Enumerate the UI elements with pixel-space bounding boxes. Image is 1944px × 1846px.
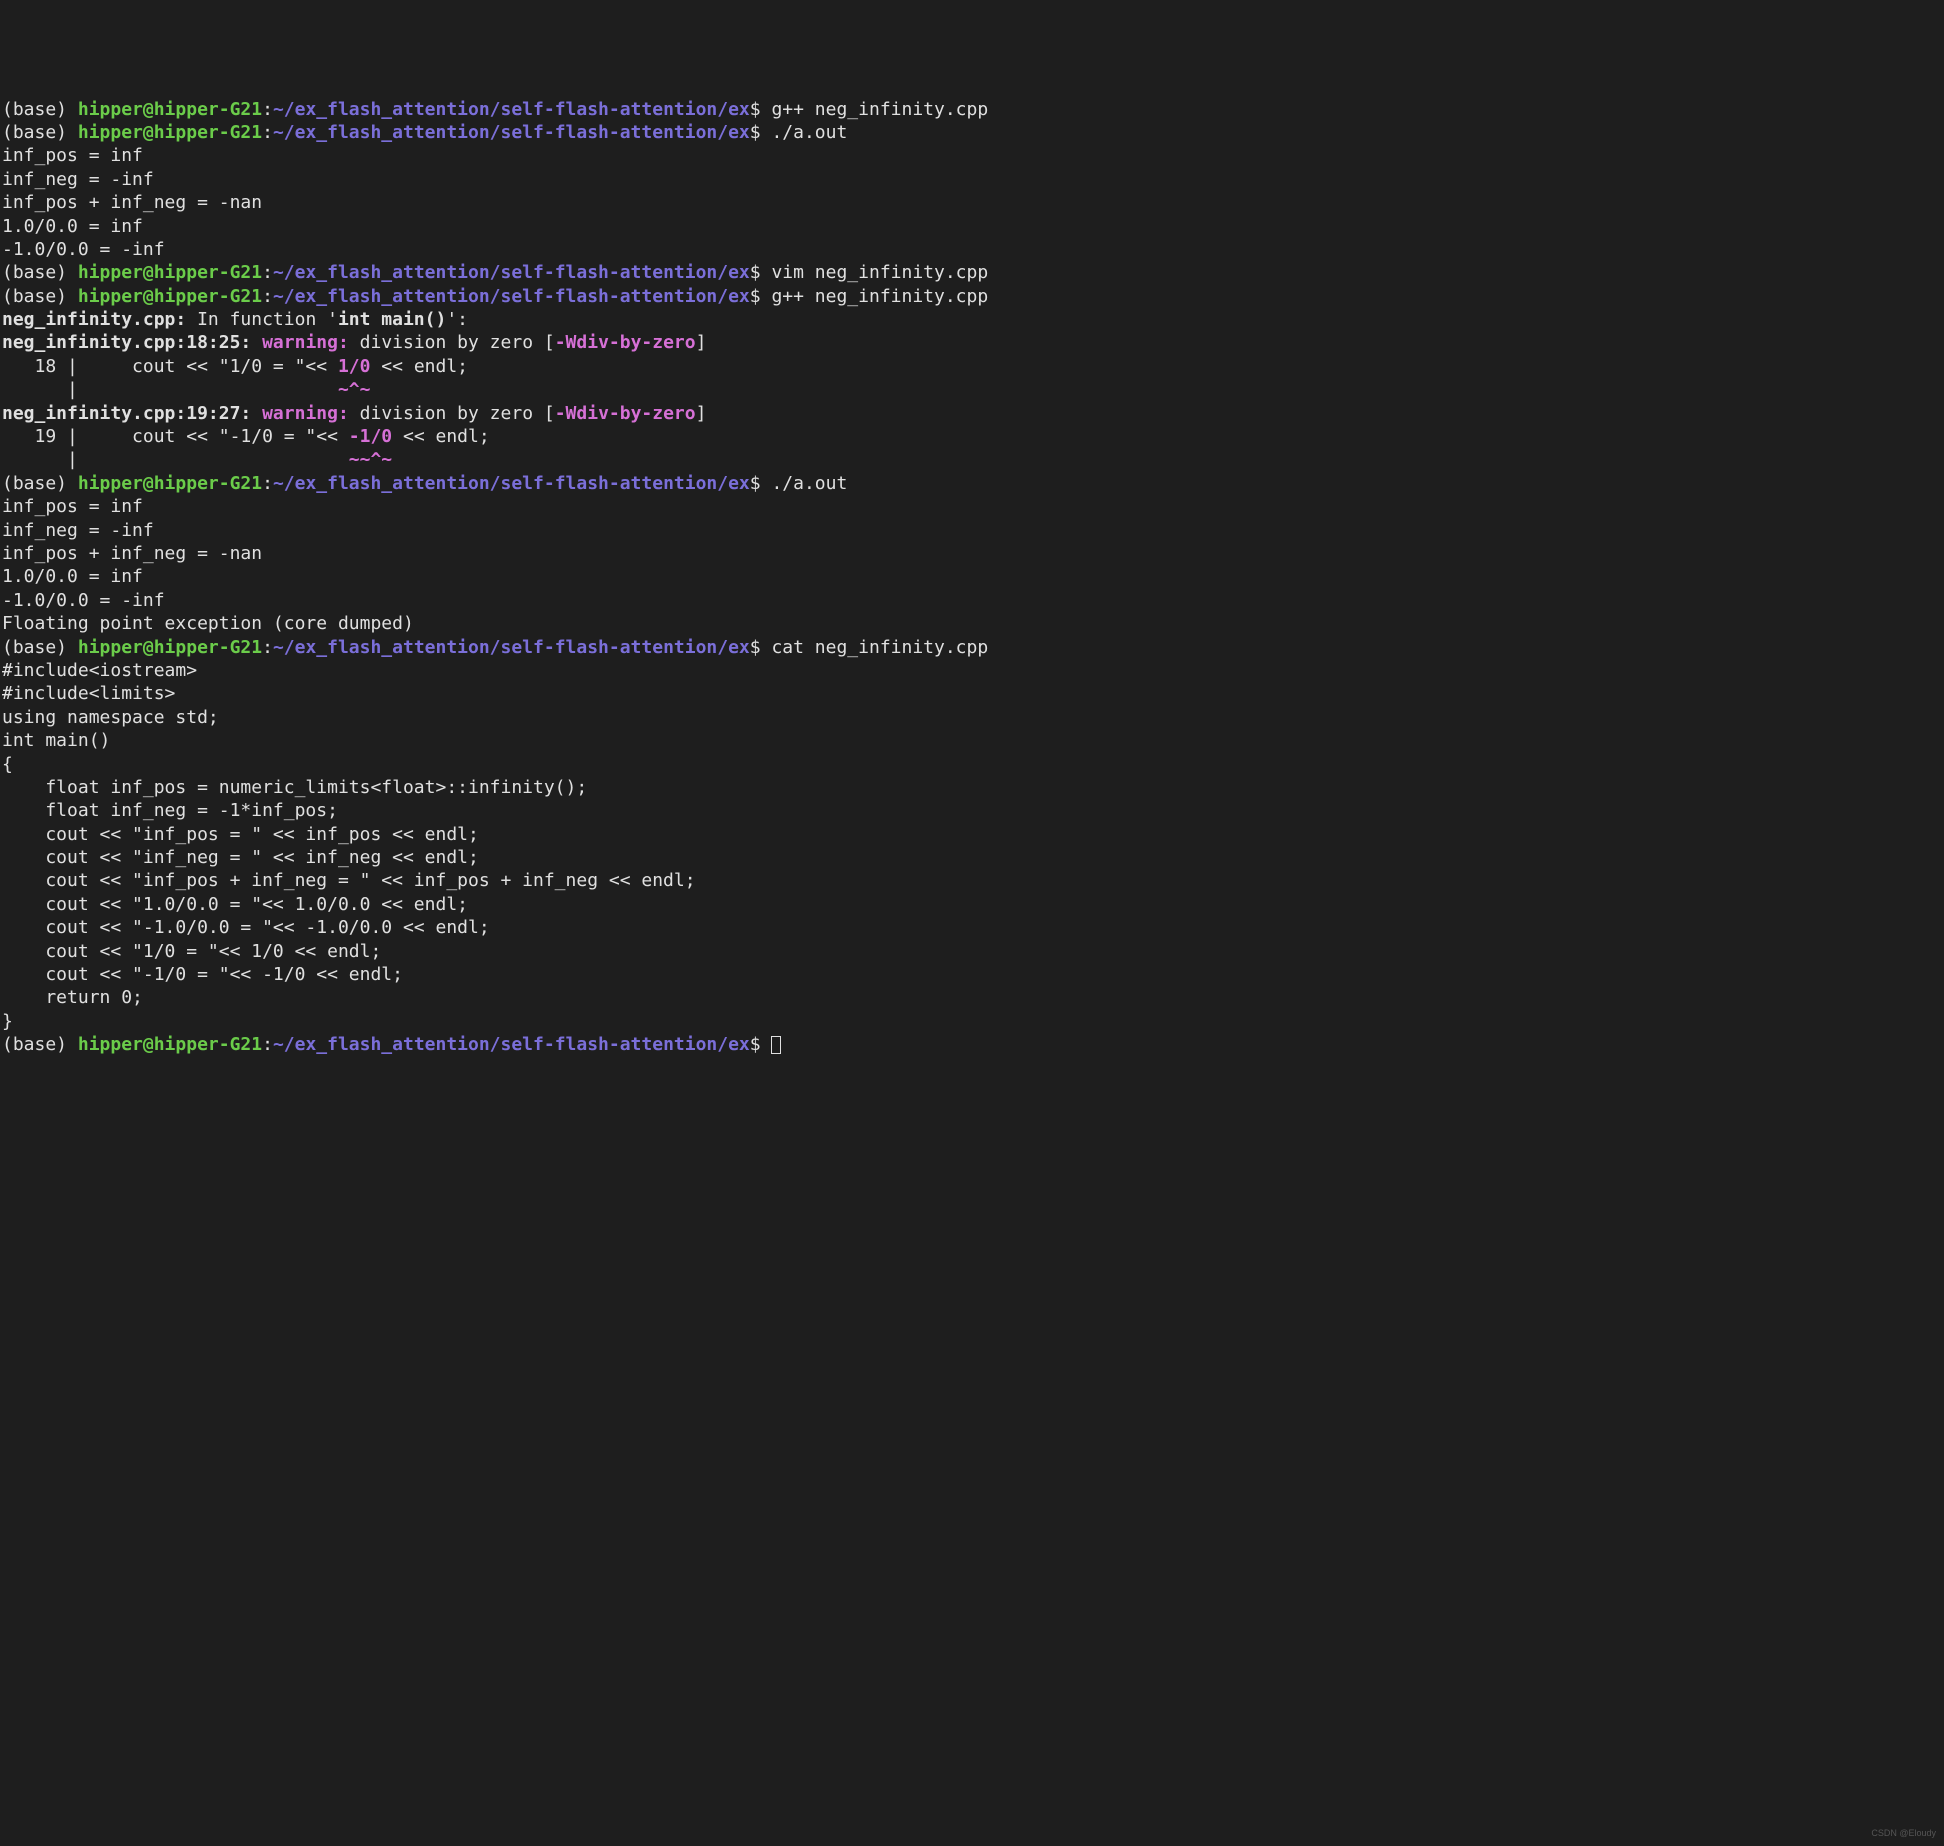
source-line: cout << "inf_pos + inf_neg = " << inf_po… [2, 869, 1942, 892]
prompt-line: (base) hipper@hipper-G21:~/ex_flash_atte… [2, 261, 1942, 284]
source-line: cout << "-1/0 = "<< -1/0 << endl; [2, 963, 1942, 986]
compiler-source-line: 19 | cout << "-1/0 = "<< -1/0 << endl; [2, 425, 1942, 448]
output-line: -1.0/0.0 = -inf [2, 589, 1942, 612]
source-line: cout << "-1.0/0.0 = "<< -1.0/0.0 << endl… [2, 916, 1942, 939]
compiler-warning-line: neg_infinity.cpp:18:25: warning: divisio… [2, 331, 1942, 354]
output-line: 1.0/0.0 = inf [2, 565, 1942, 588]
source-line: #include<limits> [2, 682, 1942, 705]
compiler-function-line: neg_infinity.cpp: In function 'int main(… [2, 308, 1942, 331]
source-line: int main() [2, 729, 1942, 752]
source-line: float inf_neg = -1*inf_pos; [2, 799, 1942, 822]
output-line: inf_pos = inf [2, 144, 1942, 167]
output-line: 1.0/0.0 = inf [2, 215, 1942, 238]
prompt-line: (base) hipper@hipper-G21:~/ex_flash_atte… [2, 472, 1942, 495]
terminal-output[interactable]: (base) hipper@hipper-G21:~/ex_flash_atte… [2, 98, 1942, 1057]
source-line: #include<iostream> [2, 659, 1942, 682]
source-line: cout << "inf_neg = " << inf_neg << endl; [2, 846, 1942, 869]
source-line: } [2, 1010, 1942, 1033]
prompt-line: (base) hipper@hipper-G21:~/ex_flash_atte… [2, 121, 1942, 144]
source-line: cout << "1/0 = "<< 1/0 << endl; [2, 940, 1942, 963]
prompt-line: (base) hipper@hipper-G21:~/ex_flash_atte… [2, 98, 1942, 121]
output-line: inf_neg = -inf [2, 519, 1942, 542]
source-line: cout << "1.0/0.0 = "<< 1.0/0.0 << endl; [2, 893, 1942, 916]
watermark: CSDN @Eloudy [1871, 1828, 1936, 1840]
output-line: inf_pos + inf_neg = -nan [2, 542, 1942, 565]
compiler-caret-line: | ~~^~ [2, 448, 1942, 471]
output-line: inf_pos + inf_neg = -nan [2, 191, 1942, 214]
compiler-caret-line: | ~^~ [2, 378, 1942, 401]
prompt-line: (base) hipper@hipper-G21:~/ex_flash_atte… [2, 636, 1942, 659]
source-line: { [2, 753, 1942, 776]
source-line: using namespace std; [2, 706, 1942, 729]
prompt-line: (base) hipper@hipper-G21:~/ex_flash_atte… [2, 285, 1942, 308]
compiler-source-line: 18 | cout << "1/0 = "<< 1/0 << endl; [2, 355, 1942, 378]
output-line: Floating point exception (core dumped) [2, 612, 1942, 635]
prompt-line-active[interactable]: (base) hipper@hipper-G21:~/ex_flash_atte… [2, 1033, 1942, 1056]
source-line: float inf_pos = numeric_limits<float>::i… [2, 776, 1942, 799]
source-line: return 0; [2, 986, 1942, 1009]
output-line: inf_pos = inf [2, 495, 1942, 518]
cursor-icon [771, 1036, 781, 1054]
output-line: -1.0/0.0 = -inf [2, 238, 1942, 261]
source-line: cout << "inf_pos = " << inf_pos << endl; [2, 823, 1942, 846]
output-line: inf_neg = -inf [2, 168, 1942, 191]
compiler-warning-line: neg_infinity.cpp:19:27: warning: divisio… [2, 402, 1942, 425]
